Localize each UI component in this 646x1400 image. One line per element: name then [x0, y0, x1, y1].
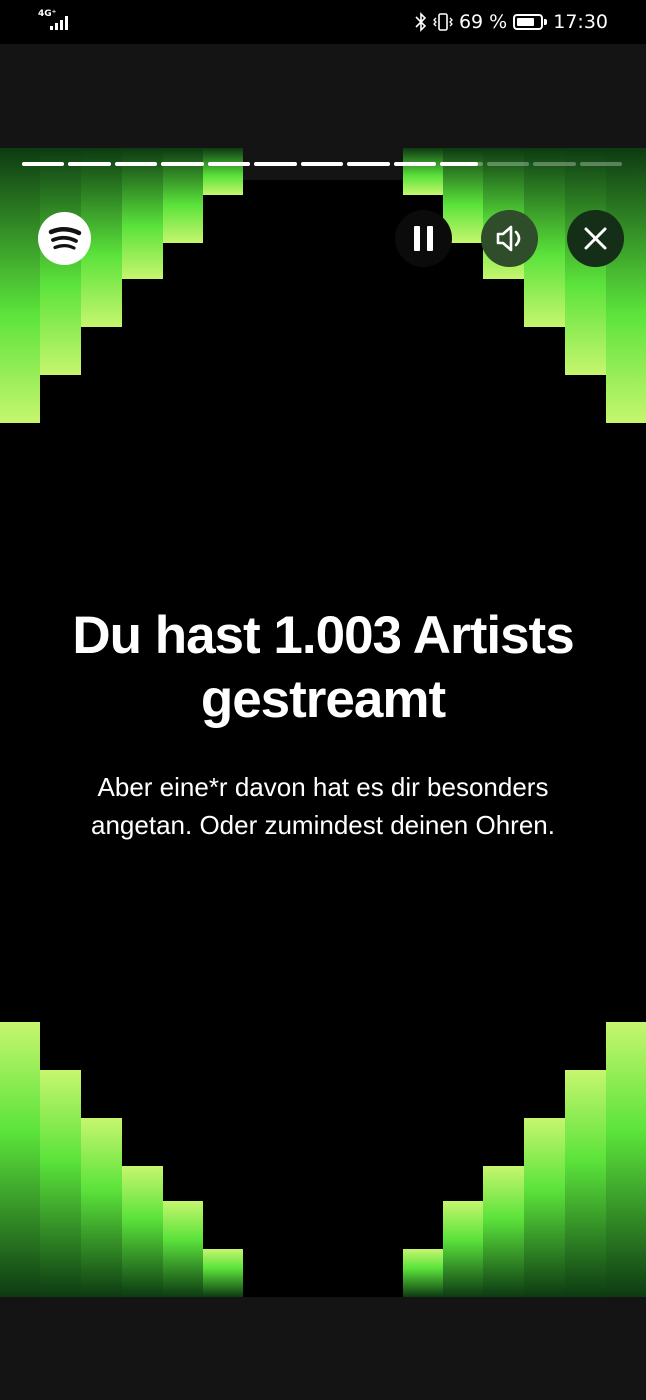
- progress-segment: [347, 162, 390, 166]
- sound-button[interactable]: [481, 210, 538, 267]
- progress-segment: [254, 162, 297, 166]
- progress-segment: [114, 162, 158, 166]
- progress-segment: [579, 162, 622, 166]
- progress-segment: [161, 162, 204, 166]
- status-bar: 4G⁺ 69 % 17:30: [0, 0, 646, 44]
- decorative-bar: [483, 1166, 524, 1297]
- progress-segment: [207, 162, 251, 166]
- progress-segment: [440, 162, 483, 166]
- status-right: 69 % 17:30: [415, 10, 608, 34]
- decorative-bar: [203, 1249, 243, 1297]
- bluetooth-icon: [415, 12, 427, 32]
- subtext-line-2: angetan. Oder zumindest deinen Ohren.: [91, 810, 555, 840]
- decorative-bar: [163, 1201, 203, 1297]
- speaker-icon: [496, 225, 521, 252]
- headline-line-2: gestreamt: [200, 670, 446, 729]
- decorative-bar: [122, 1166, 163, 1297]
- decorative-bar: [403, 148, 443, 195]
- close-icon: [584, 227, 607, 250]
- decorative-bar: [0, 148, 40, 423]
- story-bottom-area: [0, 1297, 646, 1400]
- decorative-bar: [565, 1070, 606, 1297]
- decorative-bar: [122, 148, 163, 279]
- spotify-logo-icon: [38, 212, 91, 265]
- decorative-bar: [606, 148, 646, 423]
- decorative-bar: [0, 1022, 40, 1297]
- story-subtext: Aber eine*r davon hat es dir besonders a…: [30, 768, 616, 844]
- pause-button[interactable]: [395, 210, 452, 267]
- subtext-line-1: Aber eine*r davon hat es dir besonders: [97, 772, 549, 802]
- headline-line-1: Du hast 1.003 Artists: [72, 606, 574, 665]
- decorative-bar: [40, 1070, 81, 1297]
- decorative-bar: [403, 1249, 443, 1297]
- decorative-bar: [81, 1118, 122, 1297]
- decorative-bar: [203, 148, 243, 195]
- progress-segment: [300, 162, 344, 166]
- battery-icon: [513, 14, 548, 30]
- story-headline: Du hast 1.003 Artists gestreamt: [20, 604, 626, 732]
- pause-icon: [414, 226, 433, 251]
- progress-segment: [68, 162, 111, 166]
- battery-percent: 69 %: [458, 11, 508, 33]
- clock: 17:30: [553, 11, 608, 33]
- progress-segment: [486, 162, 530, 166]
- close-button[interactable]: [567, 210, 624, 267]
- decorative-bar: [443, 1201, 483, 1297]
- progress-segment: [393, 162, 437, 166]
- decorative-bar: [606, 1022, 646, 1297]
- progress-segment: [22, 162, 65, 166]
- story-progress-bar: [22, 162, 622, 166]
- progress-segment: [533, 162, 576, 166]
- signal-icon: [50, 16, 68, 30]
- vibrate-icon: [433, 13, 453, 31]
- decorative-bar: [524, 1118, 565, 1297]
